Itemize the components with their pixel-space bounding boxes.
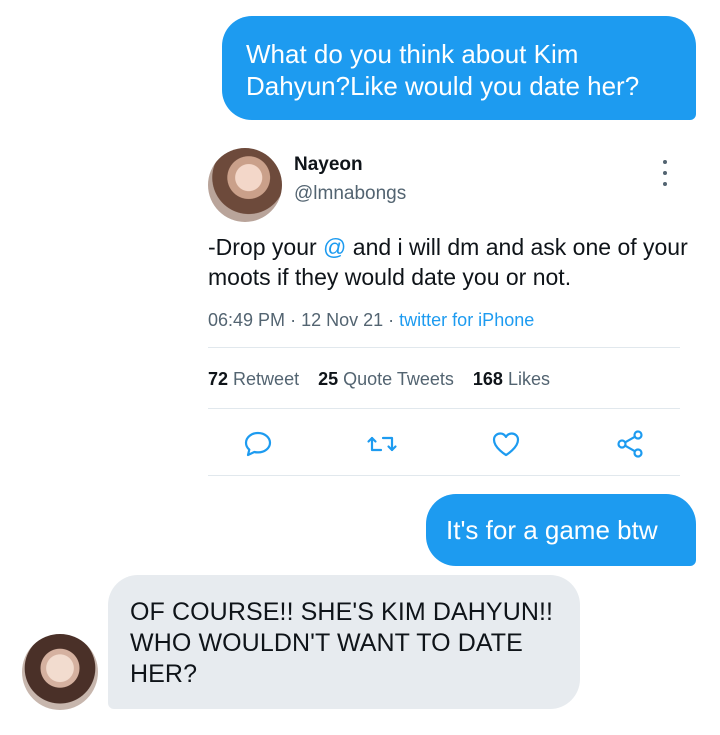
tweet-text: -Drop your @ and i will dm and ask one o… <box>208 232 688 292</box>
tweet-author-handle[interactable]: @lmnabongs <box>294 183 406 205</box>
divider <box>208 475 680 476</box>
meta-separator: · <box>290 310 297 330</box>
likes-label: Likes <box>507 369 550 389</box>
tweet-stats: 72 Retweet 25 Quote Tweets 168 Likes <box>208 369 550 390</box>
reply-icon[interactable] <box>242 428 274 460</box>
more-options-icon[interactable] <box>658 160 672 186</box>
message-text: It's for a game btw <box>446 515 658 545</box>
tweet-time: 06:49 PM <box>208 310 286 330</box>
retweets-count: 72 <box>208 369 229 389</box>
meta-separator: · <box>388 310 395 330</box>
retweet-icon[interactable] <box>366 428 398 460</box>
retweets-label: Retweet <box>233 369 300 389</box>
incoming-message-bubble[interactable]: OF COURSE!! SHE'S KIM DAHYUN!! WHO WOULD… <box>108 575 580 709</box>
divider <box>208 408 680 409</box>
tweet-date[interactable]: 12 Nov 21 <box>301 310 383 330</box>
tweet-text-part: -Drop your <box>208 234 324 260</box>
quotes-count: 25 <box>318 369 339 389</box>
like-icon[interactable] <box>490 428 522 460</box>
retweets-stat[interactable]: 72 Retweet <box>208 369 299 389</box>
tweet-metadata: 06:49 PM · 12 Nov 21 · twitter for iPhon… <box>208 310 534 331</box>
message-text: OF COURSE!! SHE'S KIM DAHYUN!! WHO WOULD… <box>130 598 554 688</box>
share-icon[interactable] <box>614 428 646 460</box>
message-text: What do you think about Kim Dahyun?Like … <box>246 39 640 101</box>
likes-stat[interactable]: 168 Likes <box>473 369 550 389</box>
likes-count: 168 <box>472 369 503 389</box>
tweet-author-avatar[interactable] <box>208 148 282 222</box>
tweet-source-link[interactable]: twitter for iPhone <box>399 310 534 330</box>
tweet-author-name[interactable]: Nayeon <box>294 154 363 176</box>
outgoing-message-bubble[interactable]: What do you think about Kim Dahyun?Like … <box>222 16 696 120</box>
divider <box>208 347 680 348</box>
sender-avatar[interactable] <box>22 634 98 710</box>
quotes-label: Quote Tweets <box>343 369 454 389</box>
tweet-mention-link[interactable]: @ <box>323 234 346 260</box>
outgoing-message-bubble[interactable]: It's for a game btw <box>426 494 696 566</box>
quotes-stat[interactable]: 25 Quote Tweets <box>318 369 454 389</box>
